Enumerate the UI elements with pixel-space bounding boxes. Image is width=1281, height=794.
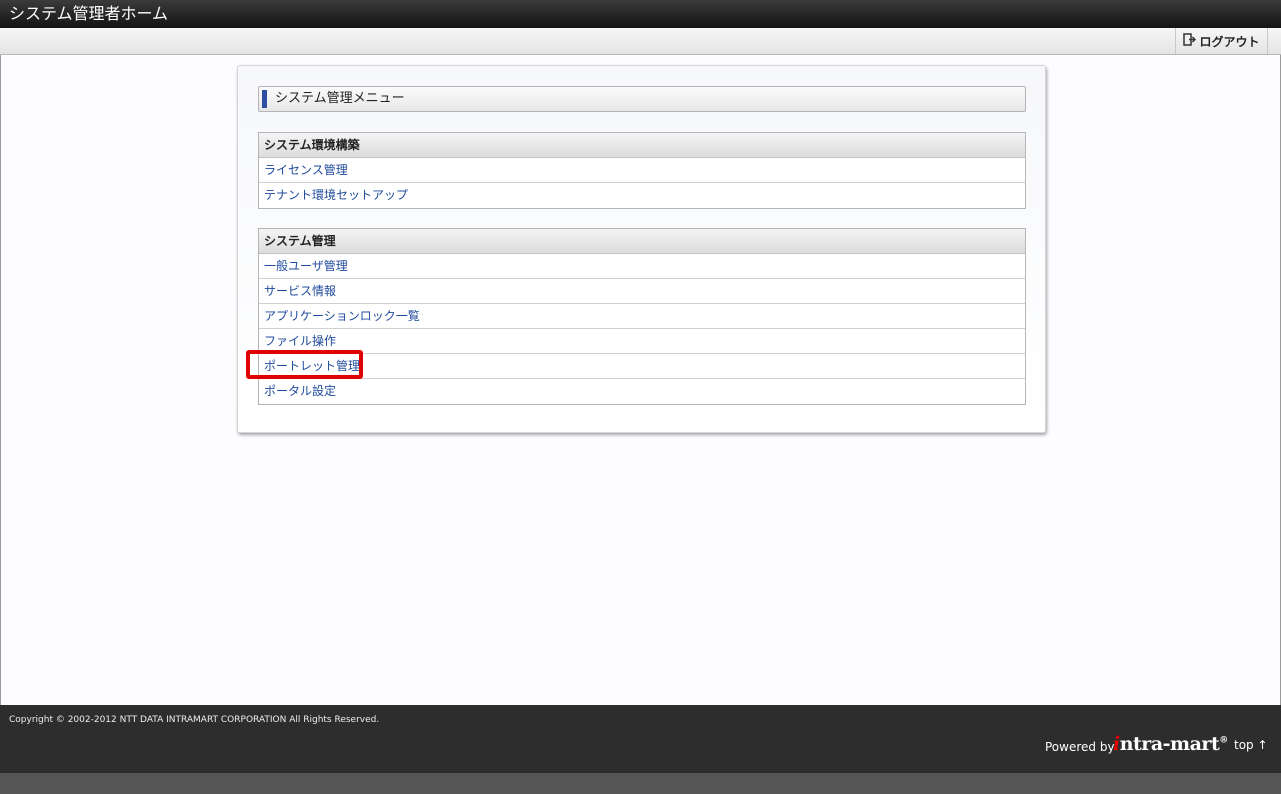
menu-item-portal-settings[interactable]: ポータル設定 bbox=[259, 379, 1025, 404]
bottom-band bbox=[0, 773, 1281, 794]
top-link[interactable]: top ↑ bbox=[1234, 738, 1268, 752]
page-title: システム管理者ホーム bbox=[9, 4, 169, 23]
group-header: システム管理 bbox=[259, 229, 1025, 254]
menu-item-tenant-setup[interactable]: テナント環境セットアップ bbox=[259, 183, 1025, 208]
menu-group-system-setup: システム環境構築 ライセンス管理 テナント環境セットアップ bbox=[258, 132, 1026, 209]
logo-rest: ntra-mart bbox=[1119, 733, 1220, 755]
group-header: システム環境構築 bbox=[259, 133, 1025, 158]
menu-item-service-info[interactable]: サービス情報 bbox=[259, 279, 1025, 304]
logout-label: ログアウト bbox=[1199, 34, 1260, 49]
footer: Copyright © 2002-2012 NTT DATA INTRAMART… bbox=[0, 705, 1281, 773]
title-accent-bar bbox=[262, 90, 267, 108]
menu-item-user-management[interactable]: 一般ユーザ管理 bbox=[259, 254, 1025, 279]
highlight-box bbox=[246, 350, 363, 379]
logo-i: i bbox=[1113, 733, 1120, 755]
menu-item-file-operations[interactable]: ファイル操作 bbox=[259, 329, 1025, 354]
toolbar: ログアウト bbox=[0, 28, 1281, 55]
menu-group-system-admin: システム管理 一般ユーザ管理 サービス情報 アプリケーションロック一覧 ファイル… bbox=[258, 228, 1026, 405]
logout-button[interactable]: ログアウト bbox=[1175, 28, 1268, 54]
menu-item-portlet-management[interactable]: ポートレット管理 bbox=[259, 354, 1025, 379]
logout-icon bbox=[1183, 33, 1197, 49]
menu-item-license[interactable]: ライセンス管理 bbox=[259, 158, 1025, 183]
menu-item-app-lock-list[interactable]: アプリケーションロック一覧 bbox=[259, 304, 1025, 329]
logo-mark: ® bbox=[1219, 735, 1228, 746]
menu-title: システム管理メニュー bbox=[258, 86, 1026, 112]
main-content: システム管理メニュー システム環境構築 ライセンス管理 テナント環境セットアップ… bbox=[0, 55, 1281, 705]
intra-mart-logo: intra-mart® bbox=[1113, 733, 1228, 755]
app-title-bar: システム管理者ホーム bbox=[0, 0, 1281, 28]
powered-by-text: Powered by bbox=[1045, 740, 1115, 754]
menu-title-text: システム管理メニュー bbox=[275, 91, 405, 106]
copyright-text: Copyright © 2002-2012 NTT DATA INTRAMART… bbox=[9, 715, 380, 725]
